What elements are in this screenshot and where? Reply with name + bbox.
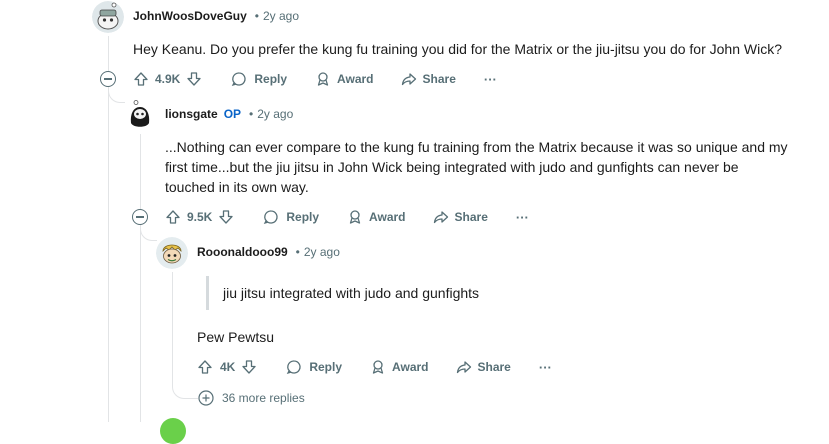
more-replies-button[interactable]: 36 more replies — [198, 390, 305, 406]
reply-label: Reply — [309, 360, 343, 374]
upvote-icon — [166, 210, 180, 224]
avatar-snoo-icon — [124, 99, 156, 131]
comment-body-line: ...Nothing can ever compare to the kung … — [165, 139, 788, 155]
share-label: Share — [422, 72, 456, 86]
thread-line-rooonaldo — [172, 272, 173, 384]
award-label: Award — [369, 210, 406, 224]
comment-bubble-icon — [264, 210, 278, 225]
share-icon — [433, 211, 448, 224]
collapse-thread-button[interactable] — [100, 71, 116, 87]
thread-line-root-lower — [108, 86, 109, 422]
downvote-button[interactable] — [186, 71, 202, 87]
share-icon — [401, 73, 416, 86]
award-button[interactable]: Award — [370, 359, 429, 375]
comment-meta: JohnWoosDoveGuy • 2y ago — [133, 9, 299, 23]
thread-line-lionsgate — [140, 134, 141, 216]
award-icon — [372, 360, 384, 374]
share-button[interactable]: Share — [456, 359, 511, 375]
comment-actions: 9.5K Reply Award Share ··· — [165, 205, 529, 229]
more-options-button[interactable]: ··· — [484, 72, 497, 87]
upvote-button[interactable] — [197, 359, 213, 375]
award-icon — [317, 72, 329, 86]
thread-elbow-lionsgate — [108, 86, 125, 103]
award-button[interactable]: Award — [347, 209, 406, 225]
plus-circle-icon — [198, 390, 214, 406]
comment-bubble-icon — [232, 72, 246, 87]
award-label: Award — [337, 72, 374, 86]
comment-timestamp[interactable]: 2y ago — [304, 245, 340, 259]
comment-bubble-icon — [287, 360, 301, 375]
downvote-icon — [242, 360, 256, 374]
upvote-button[interactable] — [133, 71, 149, 87]
vote-score: 9.5K — [187, 210, 213, 224]
share-label: Share — [454, 210, 488, 224]
comment-body-line: touched in its own way. — [165, 179, 309, 195]
award-icon — [349, 210, 361, 224]
comment-meta: lionsgate OP • 2y ago — [165, 107, 293, 121]
vote-score: 4K — [220, 360, 236, 374]
downvote-button[interactable] — [218, 209, 234, 225]
comment-timestamp[interactable]: 2y ago — [263, 9, 299, 23]
collapse-thread-button[interactable] — [132, 209, 148, 225]
comment-body-line: first time...but the jiu jitsu in John W… — [165, 159, 739, 175]
award-label: Award — [392, 360, 429, 374]
comment-author[interactable]: Rooonaldooo99 — [197, 245, 288, 259]
thread-elbow-more-replies — [172, 378, 199, 399]
share-button[interactable]: Share — [401, 71, 456, 87]
separator-dot: • — [254, 9, 259, 23]
separator-dot: • — [295, 245, 300, 259]
thread-elbow-rooonaldo — [140, 224, 157, 241]
comment-body: Hey Keanu. Do you prefer the kung fu tra… — [133, 41, 782, 57]
comment-timestamp[interactable]: 2y ago — [257, 107, 293, 121]
avatar[interactable] — [124, 99, 156, 131]
upvote-icon — [198, 360, 212, 374]
reply-label: Reply — [286, 210, 320, 224]
comment-actions: 4K Reply Award Share ··· — [197, 355, 552, 379]
comment-body: Pew Pewtsu — [197, 329, 275, 345]
share-button[interactable]: Share — [433, 209, 488, 225]
reply-button[interactable]: Reply — [263, 209, 319, 225]
comment-meta: Rooonaldooo99 • 2y ago — [197, 245, 340, 259]
more-options-button[interactable]: ··· — [539, 360, 552, 375]
comment-author[interactable]: JohnWoosDoveGuy — [133, 9, 247, 23]
comment-blockquote: jiu jitsu integrated with judo and gunfi… — [206, 276, 479, 310]
comment-actions: 4.9K Reply Award Share ··· — [133, 67, 497, 91]
downvote-button[interactable] — [241, 359, 257, 375]
vote-score: 4.9K — [155, 72, 181, 86]
upvote-icon — [134, 72, 148, 86]
share-icon — [456, 361, 471, 374]
avatar-snoo-icon — [92, 1, 124, 33]
reply-button[interactable]: Reply — [286, 359, 342, 375]
upvote-button[interactable] — [165, 209, 181, 225]
reply-button[interactable]: Reply — [231, 71, 287, 87]
more-options-button[interactable]: ··· — [516, 210, 529, 225]
award-button[interactable]: Award — [315, 71, 374, 87]
downvote-icon — [219, 210, 234, 224]
op-badge: OP — [223, 107, 242, 121]
thread-line-lionsgate-lower — [140, 224, 141, 422]
downvote-icon — [187, 72, 202, 86]
avatar-snoo-icon — [156, 237, 188, 269]
share-label: Share — [477, 360, 511, 374]
avatar[interactable] — [156, 237, 188, 269]
more-replies-label: 36 more replies — [222, 391, 305, 405]
reply-label: Reply — [254, 72, 288, 86]
comment-author[interactable]: lionsgate — [165, 107, 218, 121]
avatar[interactable] — [92, 1, 124, 33]
separator-dot: • — [249, 107, 254, 121]
